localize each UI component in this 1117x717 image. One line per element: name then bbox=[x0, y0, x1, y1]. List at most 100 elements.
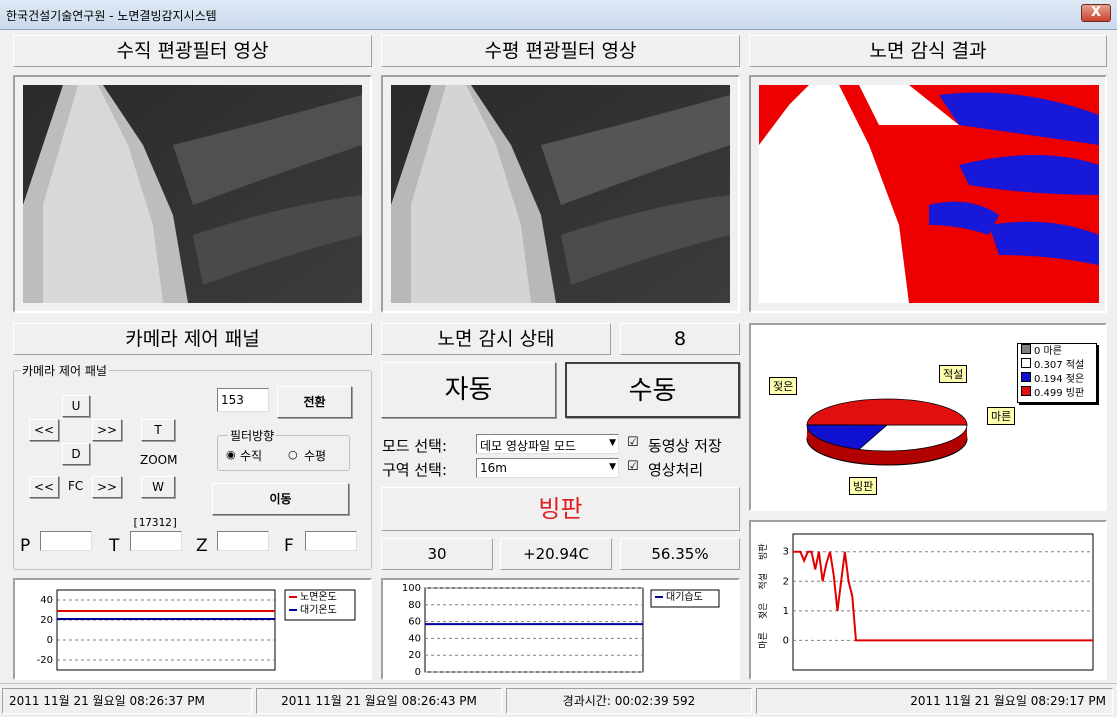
temperature-readout: +20.94C bbox=[500, 538, 612, 570]
status-bar: 2011 11월 21 월요일 08:26:37 PM 2011 11월 21 … bbox=[0, 683, 1117, 717]
pie-slices bbox=[806, 398, 968, 466]
preset-input[interactable]: 153 bbox=[217, 388, 269, 412]
current-time: 2011 11월 21 월요일 08:29:17 PM bbox=[756, 688, 1113, 714]
legend-label: 0.499 빙판 bbox=[1034, 388, 1085, 399]
focus-label: FC bbox=[68, 479, 84, 493]
title-bar: 한국건설기술연구원 - 노면결빙감지시스템 X bbox=[0, 0, 1117, 30]
humidity-readout: 56.35% bbox=[620, 538, 740, 570]
vertical-filter-image bbox=[23, 85, 362, 303]
legend-label: 대기습도 bbox=[666, 591, 703, 603]
status-header: 노면 감시 상태 bbox=[381, 323, 611, 355]
pan-left-button[interactable]: << bbox=[29, 419, 59, 441]
f-input[interactable] bbox=[305, 531, 357, 551]
legend-swatch bbox=[1021, 372, 1031, 382]
legend-entry: 0.499 빙판 bbox=[1018, 386, 1096, 400]
area-select-value: 16m bbox=[480, 461, 507, 475]
camera-group-label: 카메라 제어 패널 bbox=[20, 362, 109, 379]
y-tick-label: 2 bbox=[783, 576, 789, 587]
pie-chart-panel: 0 마른 0.307 적설 0.194 젖은 0.499 빙판 젖은 적설 마른 빙판 bbox=[749, 323, 1107, 511]
pan-down-button[interactable]: D bbox=[62, 443, 90, 465]
y-tick-label: 100 bbox=[402, 583, 421, 594]
mode-select-label: 모드 선택: bbox=[382, 437, 448, 455]
y-tick-label: 0 bbox=[47, 635, 53, 646]
y-category-label: 빙판 bbox=[758, 543, 769, 560]
chevron-down-icon: ▼ bbox=[609, 438, 616, 448]
z-input[interactable] bbox=[217, 531, 269, 551]
legend-swatch bbox=[1021, 358, 1031, 368]
filter-horizontal-radio[interactable]: ○ bbox=[288, 448, 298, 461]
t-input[interactable] bbox=[130, 531, 182, 551]
elapsed-time: 경과시간: 00:02:39 592 bbox=[506, 688, 752, 714]
horizontal-filter-image bbox=[391, 85, 730, 303]
y-tick-label: 3 bbox=[783, 547, 789, 558]
result-image-frame bbox=[749, 75, 1107, 313]
legend-label: 대기온도 bbox=[300, 604, 337, 616]
legend-label: 0 마른 bbox=[1034, 346, 1062, 357]
humidity-chart: 100 80 60 40 20 0 대기습도 bbox=[402, 583, 720, 678]
plot-area bbox=[56, 589, 276, 671]
pie-legend: 0 마른 0.307 적설 0.194 젖은 0.499 빙판 bbox=[1017, 343, 1097, 403]
t-label: T bbox=[109, 536, 120, 556]
legend-label: 0.194 젖은 bbox=[1034, 374, 1085, 385]
road-classification-image bbox=[759, 85, 1099, 303]
temperature-chart-panel: 40 20 0 -20 노면온도 대기온도 bbox=[13, 578, 372, 680]
focus-far-button[interactable]: >> bbox=[92, 476, 122, 498]
road-state-chart: 3 빙판 2 적설 1 젖은 0 마른 bbox=[757, 533, 1094, 671]
close-button[interactable]: X bbox=[1081, 4, 1111, 22]
vertical-image-frame bbox=[13, 75, 372, 313]
save-video-checkbox[interactable]: ☑ bbox=[627, 435, 639, 450]
legend-label: 0.307 적설 bbox=[1034, 360, 1085, 371]
y-tick-label: 1 bbox=[783, 606, 789, 617]
callout-dry: 마른 bbox=[987, 407, 1016, 425]
y-category-label: 젖은 bbox=[757, 603, 769, 620]
manual-mode-button[interactable]: 수동 bbox=[565, 362, 740, 418]
image-processing-label: 영상처리 bbox=[648, 461, 704, 479]
legend-swatch bbox=[1021, 386, 1031, 396]
y-tick-label: 80 bbox=[408, 600, 421, 611]
move-button[interactable]: 이동 bbox=[212, 483, 349, 515]
filter-horizontal-label: 수평 bbox=[304, 449, 327, 463]
pan-right-button[interactable]: >> bbox=[92, 419, 122, 441]
road-state-chart-panel: 3 빙판 2 적설 1 젖은 0 마른 bbox=[749, 520, 1107, 680]
callout-wet: 젖은 bbox=[769, 377, 798, 395]
pan-up-button[interactable]: U bbox=[62, 395, 90, 417]
y-tick-label: 40 bbox=[408, 633, 421, 644]
count-readout: 30 bbox=[381, 538, 493, 570]
horizontal-filter-header: 수평 편광필터 영상 bbox=[381, 35, 740, 67]
plot-area bbox=[424, 587, 644, 673]
filter-vertical-radio[interactable]: ◉ bbox=[226, 448, 236, 461]
status-count: 8 bbox=[620, 323, 740, 355]
y-category-label: 마른 bbox=[758, 632, 769, 649]
p-input[interactable] bbox=[40, 531, 92, 551]
z-label: Z bbox=[196, 536, 208, 556]
y-tick-label: 20 bbox=[408, 650, 421, 661]
f-label: F bbox=[284, 536, 294, 556]
zoom-tele-button[interactable]: T bbox=[141, 419, 175, 441]
t-readout: [17312] bbox=[132, 516, 179, 529]
auto-mode-button[interactable]: 자동 bbox=[381, 362, 556, 418]
y-tick-label: 20 bbox=[40, 615, 53, 626]
zoom-wide-button[interactable]: W bbox=[141, 476, 175, 498]
legend-entry: 0 마른 bbox=[1018, 344, 1096, 358]
horizontal-image-frame bbox=[381, 75, 740, 313]
focus-near-button[interactable]: << bbox=[29, 476, 59, 498]
filter-vertical-label: 수직 bbox=[240, 449, 263, 463]
mode-select[interactable]: 데모 영상파일 모드 ▼ bbox=[476, 434, 619, 454]
legend-entry: 0.307 적설 bbox=[1018, 358, 1096, 372]
switch-button[interactable]: 전환 bbox=[277, 386, 352, 418]
filter-direction-label: 필터방향 bbox=[228, 427, 277, 444]
chevron-down-icon: ▼ bbox=[609, 462, 616, 472]
mode-select-value: 데모 영상파일 모드 bbox=[480, 439, 576, 453]
area-select[interactable]: 16m ▼ bbox=[476, 458, 619, 478]
result-header: 노면 감식 결과 bbox=[749, 35, 1107, 67]
callout-ice: 빙판 bbox=[849, 477, 878, 495]
camera-panel-header: 카메라 제어 패널 bbox=[13, 323, 372, 355]
y-tick-label: 40 bbox=[40, 595, 53, 606]
pie-slice-빙판 bbox=[806, 398, 968, 426]
legend-entry: 0.194 젖은 bbox=[1018, 372, 1096, 386]
image-processing-checkbox[interactable]: ☑ bbox=[627, 459, 639, 474]
y-tick-label: 60 bbox=[408, 617, 421, 628]
callout-snow: 적설 bbox=[939, 365, 968, 383]
start-time: 2011 11월 21 월요일 08:26:37 PM bbox=[2, 688, 252, 714]
filter-direction-group: 필터방향 ◉ 수직 ○ 수평 bbox=[217, 427, 350, 471]
